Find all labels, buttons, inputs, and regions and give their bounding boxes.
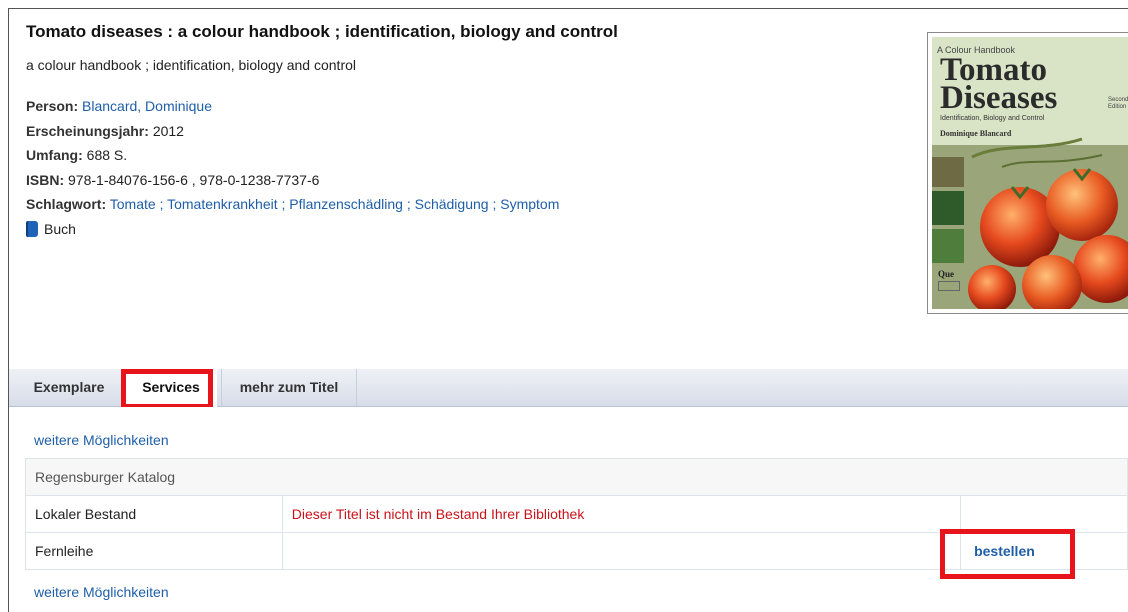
- book-cover-image[interactable]: A Colour Handbook Tomato Diseases Second…: [927, 32, 1128, 314]
- subject-link[interactable]: Symptom: [500, 196, 559, 212]
- subject-separator: ;: [277, 196, 290, 212]
- tab-more-about-title[interactable]: mehr zum Titel: [221, 369, 357, 406]
- isbn-row: ISBN: 978-1-84076-156-6 , 978-0-1238-773…: [26, 168, 906, 193]
- publisher-logo: [938, 281, 960, 291]
- subject-link[interactable]: Pflanzenschädling: [289, 196, 403, 212]
- subjects-label: Schlagwort:: [26, 196, 107, 212]
- action-cell-empty: [960, 495, 1128, 533]
- cover-subtitle: Identification, Biology and Control: [940, 115, 1045, 122]
- subject-link[interactable]: Tomate: [110, 196, 156, 212]
- person-label: Person:: [26, 98, 79, 114]
- more-options-link-bottom[interactable]: weitere Möglichkeiten: [34, 584, 169, 600]
- record-subtitle: a colour handbook ; identification, biol…: [26, 57, 356, 73]
- media-type-label: Buch: [44, 220, 76, 237]
- status-cell-empty: [281, 532, 962, 570]
- table-row: Lokaler Bestand Dieser Titel ist nicht i…: [25, 495, 1128, 533]
- availability-status: Dieser Titel ist nicht im Bestand Ihrer …: [281, 495, 962, 533]
- catalog-header-row: Regensburger Katalog: [25, 458, 1128, 496]
- more-options-link-top[interactable]: weitere Möglichkeiten: [34, 432, 169, 448]
- year-label: Erscheinungsjahr:: [26, 122, 149, 139]
- services-tab-highlight: [121, 369, 213, 409]
- record-title: Tomato diseases : a colour handbook ; id…: [26, 22, 618, 41]
- subject-link[interactable]: Tomatenkrankheit: [167, 196, 278, 212]
- isbn-value: 978-1-84076-156-6 , 978-0-1238-7737-6: [68, 171, 320, 188]
- subjects-row: Schlagwort: Tomate ; Tomatenkrankheit ; …: [26, 192, 906, 217]
- extent-label: Umfang:: [26, 147, 83, 163]
- cover-title-line2: Diseases: [940, 80, 1058, 116]
- cover-author: Dominique Blancard: [940, 129, 1012, 138]
- cover-publisher: Que: [938, 269, 955, 279]
- record-details: Tomato diseases : a colour handbook ; id…: [26, 20, 906, 241]
- order-link-highlight: [940, 529, 1075, 579]
- cover-artwork: A Colour Handbook Tomato Diseases Second…: [932, 37, 1128, 309]
- subject-separator: ;: [155, 196, 168, 212]
- person-row: Person: Blancard, Dominique: [26, 94, 906, 119]
- isbn-label: ISBN:: [26, 171, 65, 188]
- cover-edition: Second Edition: [1108, 97, 1128, 110]
- tab-exemplare[interactable]: Exemplare: [17, 369, 121, 406]
- extent-row: Umfang: 688 S.: [26, 143, 906, 168]
- year-value: 2012: [152, 122, 184, 139]
- book-icon: [26, 220, 38, 237]
- row-label-interlibrary-loan: Fernleihe: [25, 532, 283, 570]
- person-link[interactable]: Blancard, Dominique: [82, 98, 212, 114]
- catalog-header: Regensburger Katalog: [25, 458, 1128, 496]
- subject-separator: ;: [488, 196, 501, 212]
- services-panel: weitere Möglichkeiten Regensburger Katal…: [9, 407, 1128, 612]
- record-metadata: Person: Blancard, Dominique Erscheinungs…: [26, 94, 906, 241]
- year-row: Erscheinungsjahr: 2012: [26, 119, 906, 144]
- subject-link[interactable]: Schädigung: [415, 196, 489, 212]
- subject-separator: ;: [402, 196, 415, 212]
- row-label-local-holdings: Lokaler Bestand: [25, 495, 283, 533]
- extent-value: 688 S.: [86, 147, 128, 163]
- media-type-row: Buch: [26, 217, 906, 242]
